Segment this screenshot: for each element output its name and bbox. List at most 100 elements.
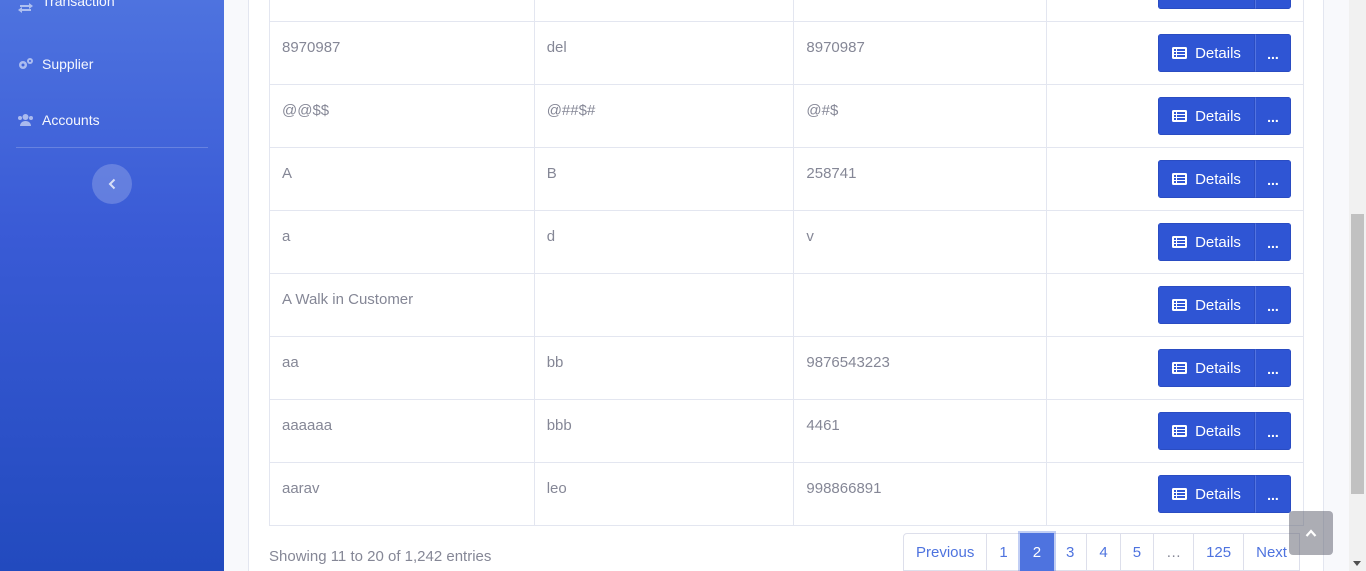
list-icon bbox=[1172, 299, 1188, 311]
list-icon bbox=[1172, 110, 1188, 122]
row-actions-cell: Details... bbox=[1046, 21, 1304, 85]
supplier-contact-cell bbox=[533, 273, 795, 337]
row-actions-cell: Details... bbox=[1046, 147, 1304, 211]
sidebar-item-transaction[interactable]: Transaction bbox=[16, 0, 115, 16]
pagination-page-5[interactable]: 5 bbox=[1119, 533, 1155, 571]
sidebar-item-label: Transaction bbox=[42, 0, 115, 9]
row-action-group: Details... bbox=[1158, 0, 1291, 9]
suppliers-table: Details...8970987del8970987Details...@@$… bbox=[269, 0, 1304, 526]
more-actions-button[interactable]: ... bbox=[1255, 286, 1291, 324]
table-row: A Walk in Customer Details... bbox=[269, 273, 1304, 337]
table-row: aaaaaa bbb 4461 Details... bbox=[269, 399, 1304, 463]
details-button-label: Details bbox=[1195, 107, 1241, 125]
details-button-label: Details bbox=[1195, 44, 1241, 62]
supplier-contact-cell: bbb bbox=[533, 399, 795, 463]
list-icon bbox=[1172, 173, 1188, 185]
row-action-group: Details... bbox=[1158, 160, 1291, 198]
pagination-previous[interactable]: Previous bbox=[903, 533, 988, 571]
supplier-contact-cell: B bbox=[533, 147, 795, 211]
sidebar-item-label: Supplier bbox=[42, 56, 94, 72]
details-button-label: Details bbox=[1195, 296, 1241, 314]
more-actions-button[interactable]: ... bbox=[1255, 412, 1291, 450]
cogs-icon bbox=[16, 57, 34, 71]
details-button-label: Details bbox=[1195, 359, 1241, 377]
supplier-contact-cell: d bbox=[533, 210, 795, 274]
sidebar-toggle-button[interactable] bbox=[92, 164, 132, 204]
supplier-contact-cell: @##$# bbox=[533, 84, 795, 148]
table-row: aa bb 9876543223 Details... bbox=[269, 336, 1304, 400]
table-row: 8970987 del 8970987 Details... bbox=[269, 21, 1304, 85]
supplier-name-cell: aaaaaa bbox=[269, 399, 535, 463]
sidebar-item-accounts[interactable]: Accounts bbox=[16, 112, 100, 128]
supplier-phone-cell: 258741 bbox=[793, 147, 1048, 211]
supplier-phone-cell: 8970987 bbox=[793, 21, 1048, 85]
supplier-phone-cell bbox=[793, 0, 1048, 22]
row-action-group: Details... bbox=[1158, 34, 1291, 72]
table-row: @@$$ @##$# @#$ Details... bbox=[269, 84, 1304, 148]
details-button-label: Details bbox=[1195, 233, 1241, 251]
sidebar-divider bbox=[16, 147, 208, 148]
pagination: Previous 1 2 3 4 5… 125 Next bbox=[903, 533, 1300, 571]
supplier-contact-cell: bb bbox=[533, 336, 795, 400]
details-button[interactable]: Details bbox=[1158, 349, 1255, 387]
details-button[interactable]: Details bbox=[1158, 97, 1255, 135]
sidebar-item-label: Accounts bbox=[42, 112, 100, 128]
list-icon bbox=[1172, 488, 1188, 500]
row-actions-cell: Details... bbox=[1046, 462, 1304, 526]
more-actions-button[interactable]: ... bbox=[1255, 475, 1291, 513]
details-button[interactable]: Details bbox=[1158, 475, 1255, 513]
scrollbar-thumb[interactable] bbox=[1351, 214, 1364, 494]
details-button-label: Details bbox=[1195, 422, 1241, 440]
details-button[interactable]: Details bbox=[1158, 412, 1255, 450]
supplier-name-cell: @@$$ bbox=[269, 84, 535, 148]
supplier-phone-cell: 9876543223 bbox=[793, 336, 1048, 400]
scroll-to-top-button[interactable] bbox=[1289, 511, 1333, 555]
supplier-phone-cell: 998866891 bbox=[793, 462, 1048, 526]
more-actions-button[interactable]: ... bbox=[1255, 223, 1291, 261]
pagination-page-4[interactable]: 4 bbox=[1086, 533, 1121, 571]
supplier-name-cell bbox=[269, 0, 535, 22]
supplier-phone-cell: v bbox=[793, 210, 1048, 274]
sidebar-item-supplier[interactable]: Supplier bbox=[16, 56, 93, 72]
more-actions-button[interactable]: ... bbox=[1255, 34, 1291, 72]
chevron-left-icon bbox=[108, 178, 116, 190]
list-icon bbox=[1172, 425, 1188, 437]
table-row: Details... bbox=[269, 0, 1304, 22]
supplier-name-cell: aarav bbox=[269, 462, 535, 526]
table-row: a d v Details... bbox=[269, 210, 1304, 274]
pagination-page-125[interactable]: 125 bbox=[1193, 533, 1245, 571]
supplier-contact-cell: leo bbox=[533, 462, 795, 526]
table-row: A B 258741 Details... bbox=[269, 147, 1304, 211]
row-action-group: Details... bbox=[1158, 349, 1291, 387]
row-actions-cell: Details... bbox=[1046, 273, 1304, 337]
details-button[interactable]: Details bbox=[1158, 160, 1255, 198]
list-icon bbox=[1172, 47, 1188, 59]
scroll-down-arrow-icon[interactable] bbox=[1353, 561, 1361, 566]
table-row: aarav leo 998866891 Details... bbox=[269, 462, 1304, 526]
details-button[interactable]: Details bbox=[1158, 286, 1255, 324]
row-action-group: Details... bbox=[1158, 412, 1291, 450]
details-button[interactable]: Details bbox=[1158, 223, 1255, 261]
pagination-page-2[interactable]: 2 bbox=[1019, 533, 1055, 571]
page-scrollbar[interactable] bbox=[1349, 0, 1366, 571]
details-button[interactable]: Details bbox=[1158, 0, 1255, 9]
chevron-up-icon bbox=[1305, 529, 1317, 537]
row-actions-cell: Details... bbox=[1046, 210, 1304, 274]
supplier-phone-cell: 4461 bbox=[793, 399, 1048, 463]
details-button[interactable]: Details bbox=[1158, 34, 1255, 72]
pagination-page-3[interactable]: 3 bbox=[1053, 533, 1088, 571]
pagination-ellipsis: … bbox=[1153, 533, 1195, 571]
list-icon bbox=[1172, 236, 1188, 248]
more-actions-button[interactable]: ... bbox=[1255, 97, 1291, 135]
details-button-label: Details bbox=[1195, 170, 1241, 188]
more-actions-button[interactable]: ... bbox=[1255, 349, 1291, 387]
supplier-name-cell: 8970987 bbox=[269, 21, 535, 85]
more-actions-button[interactable]: ... bbox=[1255, 160, 1291, 198]
entries-info: Showing 11 to 20 of 1,242 entries bbox=[269, 548, 492, 565]
pagination-page-1[interactable]: 1 bbox=[986, 533, 1021, 571]
more-actions-button[interactable]: ... bbox=[1255, 0, 1291, 9]
supplier-name-cell: A Walk in Customer bbox=[269, 273, 535, 337]
row-actions-cell: Details... bbox=[1046, 84, 1304, 148]
supplier-contact-cell bbox=[533, 0, 795, 22]
row-action-group: Details... bbox=[1158, 97, 1291, 135]
